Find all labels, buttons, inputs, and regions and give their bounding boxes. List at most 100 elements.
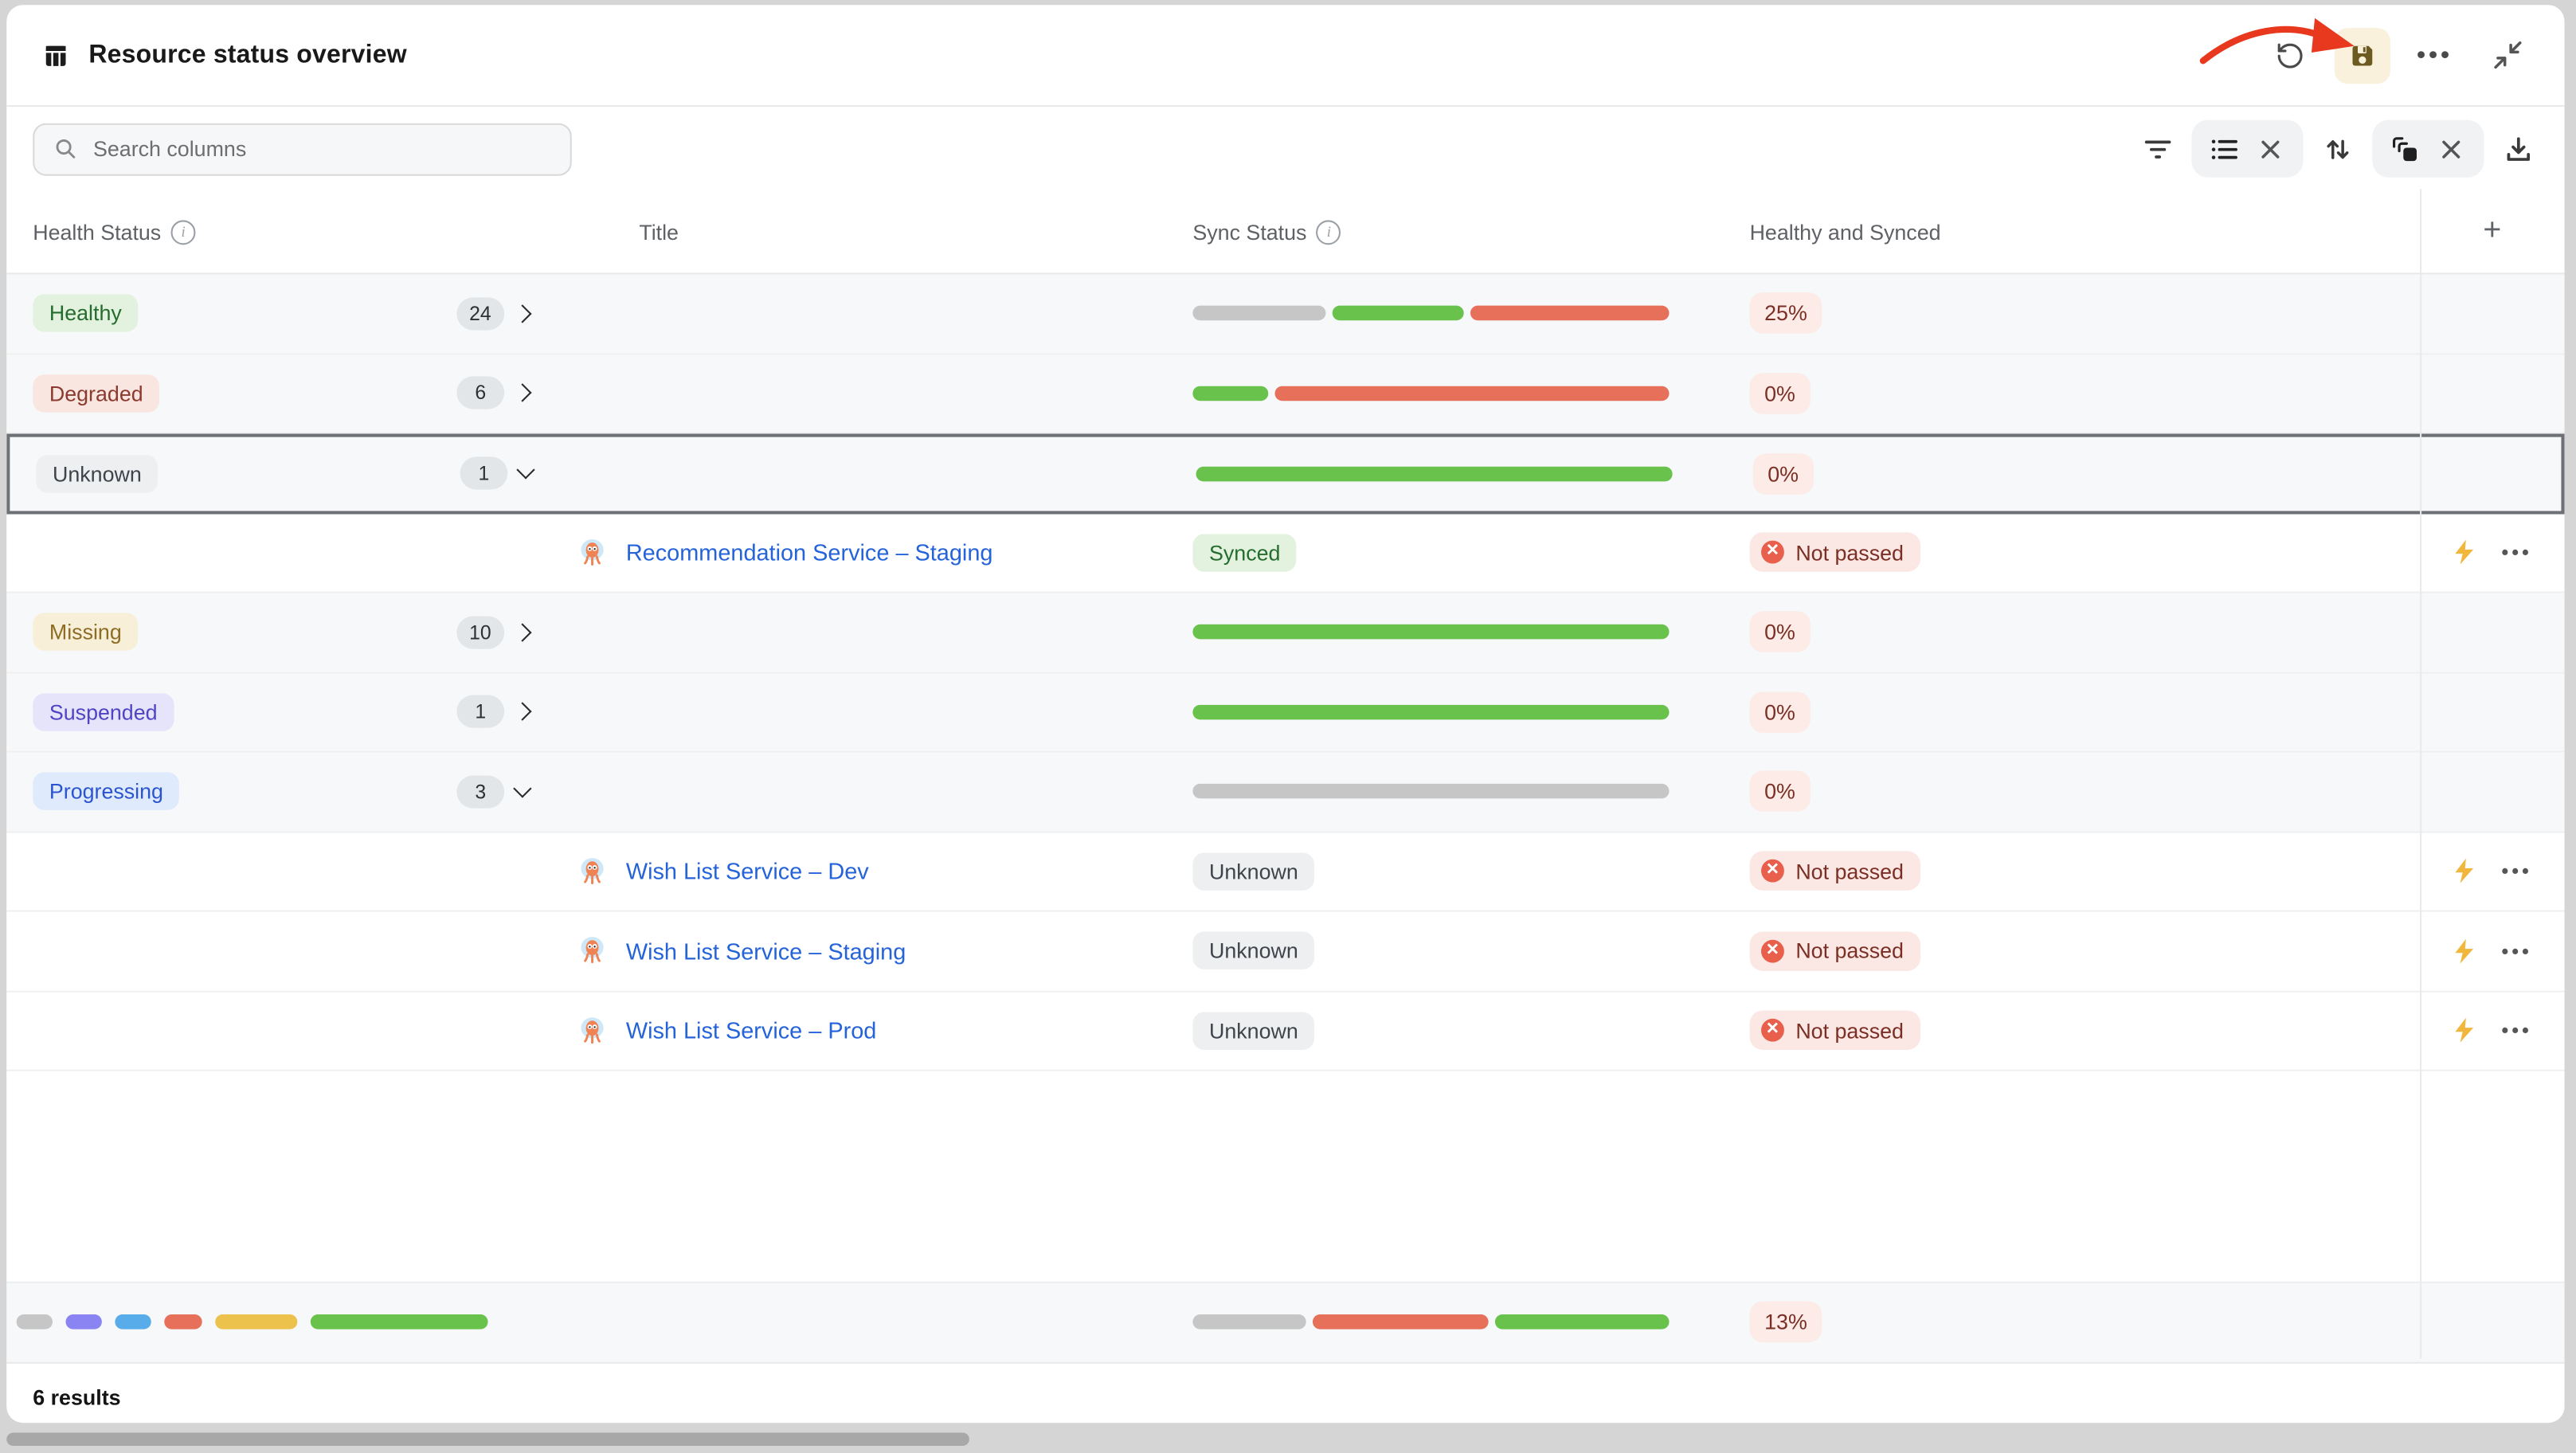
chevron-right-icon	[513, 304, 531, 323]
failed-check-icon: ✕	[1761, 860, 1784, 883]
undo-button[interactable]	[2262, 27, 2318, 83]
table-header-row: Health Status i Title Sync Status i Heal…	[6, 190, 2564, 274]
status-badge: Unknown	[36, 455, 158, 492]
lightning-icon[interactable]	[2453, 938, 2476, 964]
table-row[interactable]: Suspended 1 0%	[6, 673, 2564, 753]
table-row[interactable]: Wish List Service – Staging Unknown ✕ No…	[6, 912, 2564, 992]
bar-segment	[1470, 306, 1669, 321]
collapse-toggle[interactable]: 1	[460, 456, 539, 490]
table-row[interactable]: Healthy 24 25%	[6, 274, 2564, 354]
row-more-button[interactable]: •••	[2502, 861, 2532, 881]
status-badge: Missing	[33, 613, 138, 651]
close-icon	[2261, 139, 2280, 159]
bar-segment	[1275, 386, 1670, 401]
column-label: Health Status	[33, 219, 161, 244]
table-row[interactable]: Degraded 6 0%	[6, 354, 2564, 433]
bar-segment	[1332, 306, 1464, 321]
bar-segment	[1313, 1314, 1488, 1330]
status-badge: Healthy	[33, 295, 138, 332]
sync-status-bar	[1196, 466, 1673, 481]
status-badge: Suspended	[33, 693, 174, 730]
clear-grouping-button[interactable]	[2432, 129, 2472, 169]
filter-icon	[2143, 137, 2171, 160]
bar-segment	[215, 1314, 297, 1330]
expand-toggle[interactable]: 1	[456, 695, 535, 729]
healthy-synced-summary-badge: 13%	[1750, 1302, 1822, 1343]
row-more-button[interactable]: •••	[2502, 542, 2532, 562]
table-row-selected[interactable]: Unknown 1 0%	[6, 434, 2564, 514]
resource-link[interactable]: Wish List Service – Dev	[626, 858, 869, 884]
bar-segment	[1494, 1314, 1670, 1330]
chevron-right-icon	[513, 384, 531, 402]
table-body: Healthy 24 25% Degraded 6	[6, 274, 2564, 1423]
row-more-button[interactable]: •••	[2502, 941, 2532, 961]
table-row[interactable]: Recommendation Service – Staging Synced …	[6, 514, 2564, 593]
sync-status-badge: Unknown	[1192, 932, 1314, 969]
chevron-right-icon	[513, 623, 531, 641]
list-view-button[interactable]	[2205, 129, 2245, 169]
bar-segment	[311, 1314, 488, 1330]
clear-view-button[interactable]	[2251, 129, 2291, 169]
more-options-button[interactable]: •••	[2407, 27, 2463, 83]
save-button[interactable]	[2335, 27, 2390, 83]
save-icon	[2347, 41, 2377, 70]
more-icon: •••	[2417, 43, 2453, 68]
group-by-button[interactable]	[2386, 129, 2425, 169]
resource-link[interactable]: Wish List Service – Staging	[626, 938, 906, 964]
column-header-title[interactable]: Title	[549, 219, 1193, 244]
filter-button[interactable]	[2137, 129, 2177, 169]
widget-title-group: Resource status overview	[43, 41, 407, 70]
table-row[interactable]: Wish List Service – Prod Unknown ✕ Not p…	[6, 992, 2564, 1071]
horizontal-scrollbar[interactable]	[6, 1433, 969, 1447]
row-count: 3	[456, 775, 504, 809]
column-header-health-status[interactable]: Health Status i	[6, 219, 549, 244]
search-box[interactable]	[33, 123, 572, 175]
bar-segment	[1192, 306, 1325, 321]
healthy-synced-badge: 0%	[1750, 691, 1811, 733]
download-button[interactable]	[2499, 129, 2539, 169]
column-header-sync-status[interactable]: Sync Status i	[1192, 219, 1749, 244]
toolbar-right-actions	[2137, 120, 2538, 178]
column-label: Healthy and Synced	[1750, 219, 1941, 244]
table-footer: 6 results	[6, 1363, 2564, 1423]
resource-link[interactable]: Recommendation Service – Staging	[626, 539, 993, 566]
collapse-widget-button[interactable]	[2479, 27, 2535, 83]
grouping-group	[2372, 120, 2484, 178]
chevron-down-icon	[513, 779, 531, 797]
info-icon[interactable]: i	[171, 219, 196, 244]
status-badge: Degraded	[33, 374, 159, 412]
info-icon[interactable]: i	[1317, 219, 1341, 244]
check-status-label: Not passed	[1795, 542, 1904, 563]
column-label: Title	[639, 219, 679, 244]
table-icon	[43, 42, 69, 69]
expand-toggle[interactable]: 10	[456, 616, 536, 649]
lightning-icon[interactable]	[2453, 858, 2476, 884]
sync-status-badge: Unknown	[1192, 852, 1314, 890]
column-header-healthy-and-synced[interactable]: Healthy and Synced	[1750, 219, 2421, 244]
resource-status-widget: Resource status overview	[6, 5, 2564, 1423]
chevron-right-icon	[513, 703, 531, 721]
expand-toggle[interactable]: 6	[456, 376, 535, 409]
add-column-button[interactable]: +	[2483, 213, 2501, 249]
column-label: Sync Status	[1192, 219, 1306, 244]
sort-button[interactable]	[2318, 129, 2358, 169]
row-count: 1	[460, 456, 508, 490]
table-row[interactable]: Wish List Service – Dev Unknown ✕ Not pa…	[6, 832, 2564, 912]
check-status-badge: ✕ Not passed	[1750, 852, 1920, 891]
sync-status-bar	[1192, 386, 1669, 401]
expand-toggle[interactable]: 24	[456, 296, 536, 330]
bar-segment	[1192, 784, 1669, 799]
table-row[interactable]: Progressing 3 0%	[6, 753, 2564, 832]
bar-segment	[1192, 386, 1268, 401]
resource-link[interactable]: Wish List Service – Prod	[626, 1017, 877, 1044]
lightning-icon[interactable]	[2453, 539, 2476, 566]
collapse-toggle[interactable]: 3	[456, 775, 535, 809]
search-input[interactable]	[90, 135, 550, 163]
table-row[interactable]: Missing 10 0%	[6, 593, 2564, 673]
row-more-button[interactable]: •••	[2502, 1020, 2532, 1040]
lightning-icon[interactable]	[2453, 1017, 2476, 1044]
healthy-synced-badge: 25%	[1750, 293, 1822, 335]
health-status-summary-bar	[6, 1314, 549, 1330]
failed-check-icon: ✕	[1761, 1019, 1784, 1042]
check-status-badge: ✕ Not passed	[1750, 533, 1920, 573]
